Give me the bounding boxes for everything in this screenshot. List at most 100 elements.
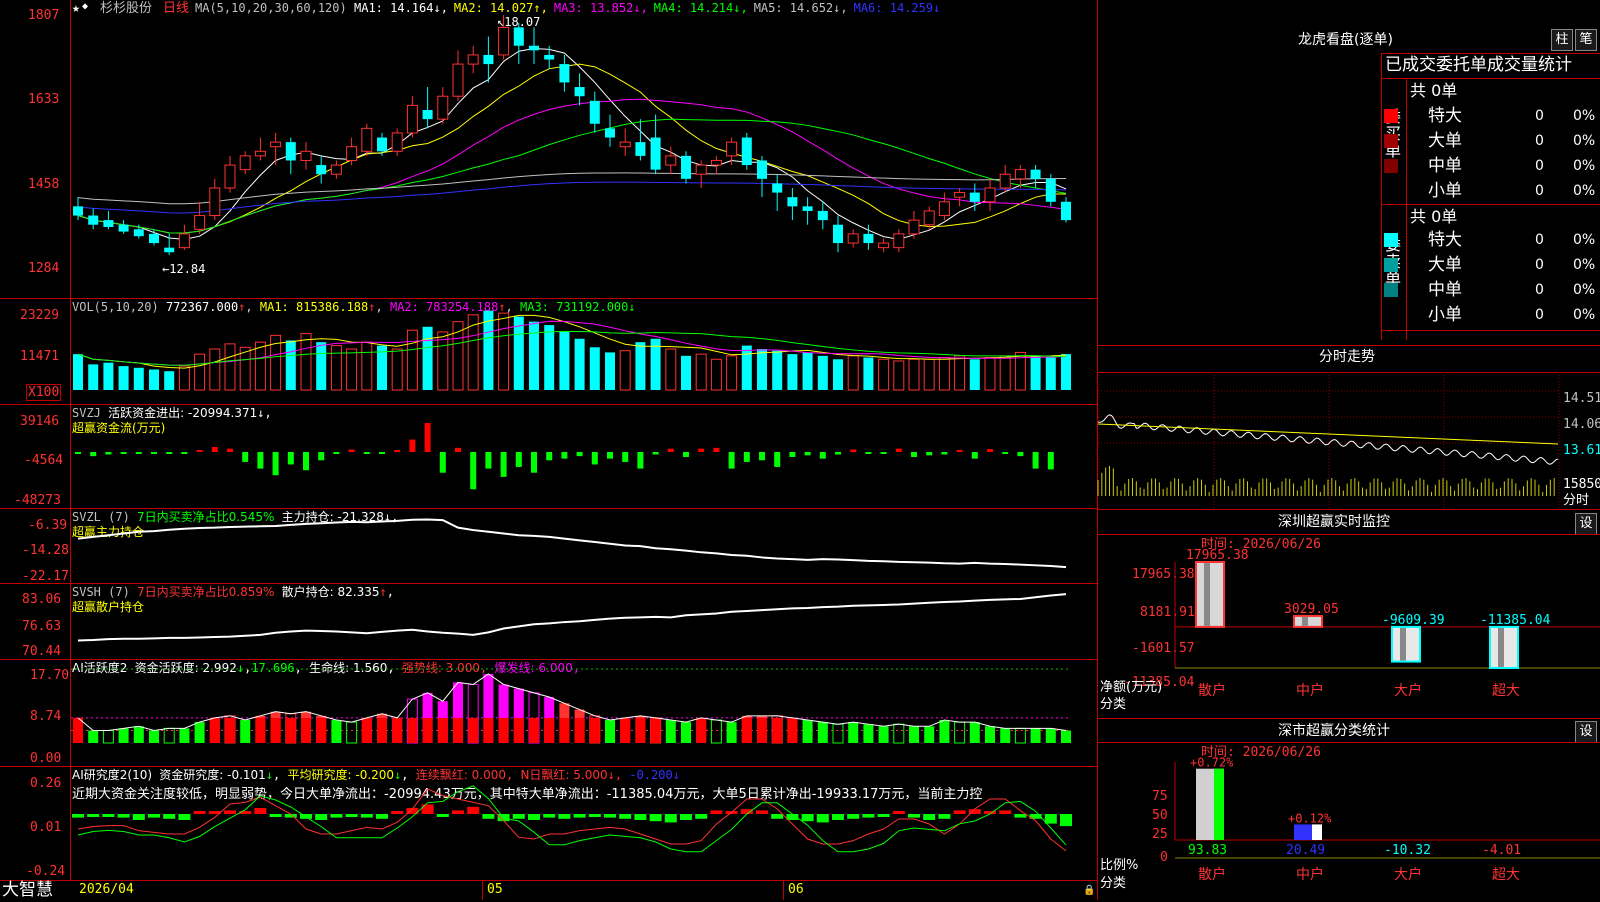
activity-bar bbox=[346, 721, 358, 744]
flow-bar bbox=[683, 452, 689, 457]
candle-body bbox=[300, 150, 312, 161]
research-bar bbox=[132, 814, 145, 820]
research-bar bbox=[695, 814, 708, 819]
activity-bar-base bbox=[544, 717, 555, 743]
candle-body bbox=[559, 64, 570, 83]
research-bar bbox=[923, 814, 936, 820]
row-p: 0% bbox=[1573, 282, 1596, 298]
candle-body bbox=[254, 150, 266, 157]
activity-bar bbox=[118, 728, 129, 743]
class-category-label: 超大 bbox=[1492, 867, 1520, 883]
volume-bar bbox=[224, 343, 236, 391]
class-category-label: 中户 bbox=[1296, 866, 1324, 883]
research-bar bbox=[421, 804, 434, 814]
flow-bar bbox=[941, 452, 948, 455]
chart-area[interactable]: ★ ◆ 杉杉股份 日线 MA(5,10,20,30,60,120) MA1: 1… bbox=[0, 0, 1098, 900]
flow-bar bbox=[531, 452, 537, 473]
monitor-category-label: 超大 bbox=[1492, 683, 1520, 699]
volume-bar bbox=[1045, 357, 1056, 390]
candle-body bbox=[330, 164, 342, 175]
volume-bar bbox=[772, 350, 783, 390]
volume-bar bbox=[513, 316, 524, 390]
volume-bar bbox=[529, 321, 539, 390]
x-tick-05: 05 bbox=[487, 882, 503, 897]
volume-bar bbox=[346, 348, 358, 391]
intraday-time-label: 分时 bbox=[1563, 493, 1590, 508]
volume-bar bbox=[710, 358, 722, 391]
candle-body bbox=[1061, 201, 1071, 221]
volume-bar bbox=[391, 348, 403, 391]
volume-bar bbox=[194, 353, 206, 391]
activity-bar bbox=[878, 726, 889, 743]
flow-bar bbox=[485, 452, 492, 469]
candle-body bbox=[544, 54, 555, 60]
row-name: 中单 bbox=[1428, 280, 1462, 300]
flow-bar bbox=[926, 452, 933, 456]
volume-bar bbox=[726, 355, 738, 391]
intraday-chart[interactable] bbox=[1097, 372, 1560, 509]
monitor-category-label: 大户 bbox=[1394, 682, 1422, 699]
flow-bar bbox=[561, 452, 568, 459]
bar-mode-button[interactable]: 柱 bbox=[1551, 29, 1573, 51]
class-title: 深市超赢分类统计 bbox=[1278, 723, 1390, 739]
class-bar-bottom-label: 93.83 bbox=[1188, 843, 1227, 858]
activity-bar bbox=[240, 720, 251, 743]
activity-bar-base bbox=[559, 717, 570, 743]
class-settings-button[interactable]: 设 bbox=[1575, 721, 1597, 743]
flow-bar bbox=[333, 452, 340, 454]
activity-bar bbox=[102, 729, 114, 744]
research-bar bbox=[938, 814, 951, 819]
activity-bar bbox=[1000, 728, 1011, 743]
candle-body bbox=[88, 215, 99, 225]
flow-bar bbox=[774, 452, 781, 467]
monitor-settings-button[interactable]: 设 bbox=[1575, 513, 1597, 535]
class-bar-chart: +0.72% 93.83 散户 +0.12% 20.49 中户 -10.32 大户 -4.01 超… bbox=[1174, 756, 1600, 883]
volume-bar bbox=[164, 371, 175, 390]
dragon-line-left bbox=[1381, 53, 1382, 340]
research-bar bbox=[999, 810, 1012, 814]
activity-bar bbox=[939, 720, 950, 743]
flow-bar bbox=[652, 452, 659, 455]
candle-body bbox=[726, 141, 738, 157]
candle-body bbox=[346, 146, 358, 161]
candle-body bbox=[73, 206, 83, 216]
volume-bar bbox=[209, 348, 221, 391]
x-tick-line-06 bbox=[783, 880, 784, 900]
volume-bar bbox=[88, 364, 99, 390]
flow-bar bbox=[607, 452, 613, 459]
candle-body bbox=[483, 54, 494, 65]
flow-bar bbox=[789, 452, 796, 457]
candle-body bbox=[149, 233, 159, 244]
x-tick-06: 06 bbox=[788, 882, 804, 897]
flow-bar bbox=[242, 452, 249, 462]
candle-body bbox=[1014, 169, 1026, 180]
row-color-swatch bbox=[1384, 109, 1398, 123]
candle-body bbox=[422, 109, 433, 120]
activity-bar-base bbox=[787, 717, 798, 743]
research-bar bbox=[330, 814, 343, 818]
volume-bar bbox=[1030, 355, 1041, 390]
row-v: 0 bbox=[1535, 307, 1544, 323]
volume-bar bbox=[330, 345, 342, 391]
candle-body bbox=[513, 27, 524, 46]
tick-mode-button[interactable]: 笔 bbox=[1575, 29, 1597, 51]
flow-bar bbox=[1032, 452, 1039, 469]
monitor-bar-shade bbox=[1498, 627, 1504, 667]
candlestick-chart[interactable] bbox=[0, 0, 1098, 300]
activity-bar bbox=[909, 726, 919, 743]
research-bar bbox=[816, 814, 829, 823]
volume-bar bbox=[406, 329, 418, 391]
dragon-line-col bbox=[1406, 78, 1407, 340]
lock-icon[interactable]: 🔒 bbox=[1083, 883, 1095, 898]
activity-bar-base bbox=[589, 717, 600, 743]
volume-bar bbox=[893, 360, 905, 391]
volume-bar bbox=[254, 341, 266, 391]
candle-body bbox=[741, 137, 752, 166]
volume-bar bbox=[1061, 354, 1071, 390]
volume-bar bbox=[285, 340, 296, 390]
candle-body bbox=[833, 224, 843, 244]
flow-bar bbox=[850, 449, 857, 452]
row-name: 小单 bbox=[1428, 181, 1462, 201]
row-color-swatch bbox=[1384, 308, 1398, 322]
x-tick-date: 2026/04 bbox=[79, 882, 134, 897]
